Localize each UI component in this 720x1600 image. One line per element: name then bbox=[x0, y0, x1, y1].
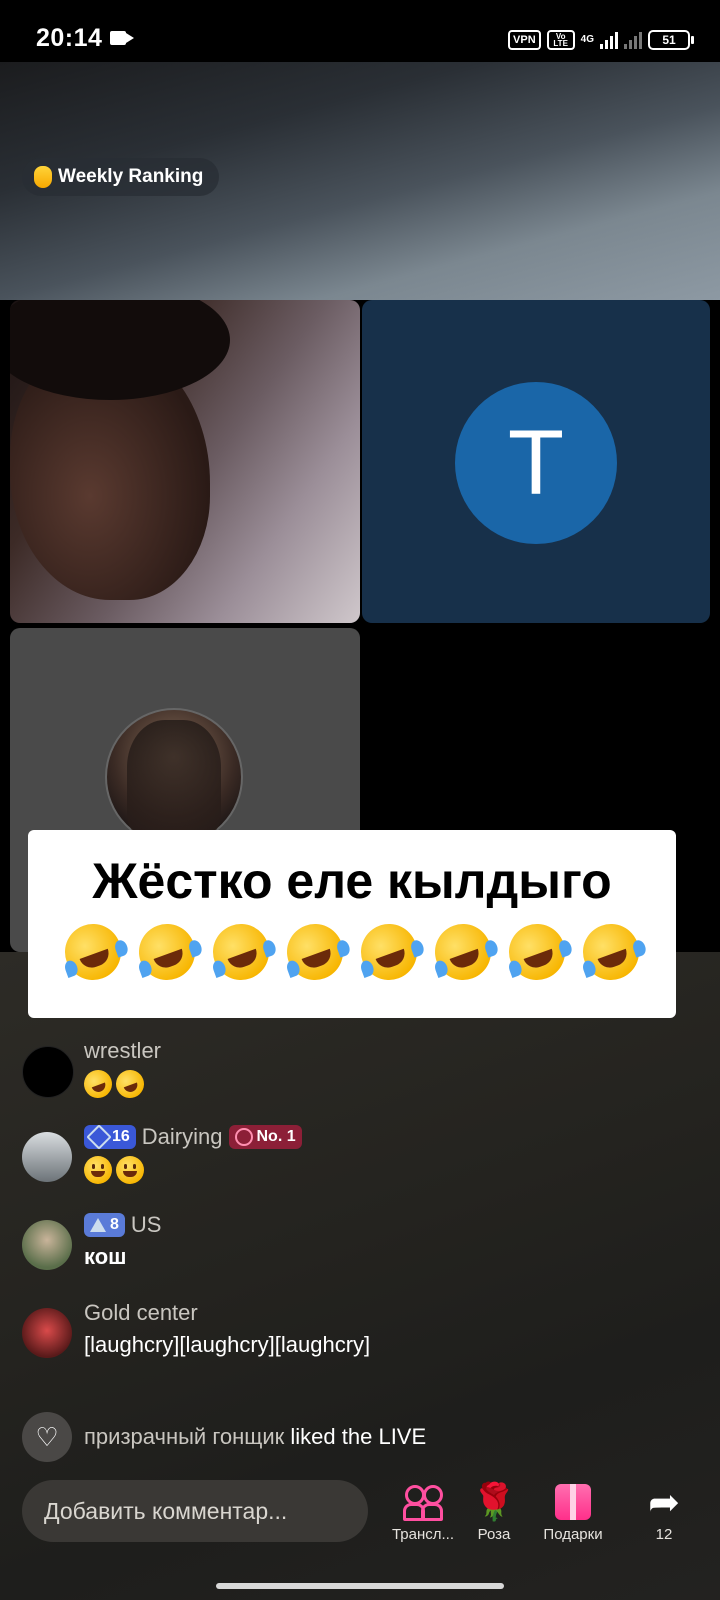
liked-message: призрачный гонщик liked the LIVE bbox=[84, 1424, 426, 1450]
message-header: Gold center bbox=[84, 1298, 198, 1328]
chat-text: кош bbox=[84, 1244, 127, 1269]
signal-icon bbox=[600, 31, 618, 49]
level-triangle-icon bbox=[90, 1218, 106, 1232]
level-badge: 8 bbox=[84, 1213, 125, 1237]
guests-label: Трансл... bbox=[391, 1526, 455, 1543]
level-badge: 16 bbox=[84, 1124, 136, 1150]
laugh-cry-emoji-icon bbox=[57, 916, 129, 988]
network-type: 4G bbox=[580, 34, 594, 45]
status-bar: 20:14 VPN Vo LTE 4G 51 bbox=[0, 0, 720, 62]
avatar[interactable] bbox=[22, 1046, 74, 1098]
avatar[interactable] bbox=[22, 1308, 72, 1358]
chat-username[interactable]: wrestler bbox=[84, 1038, 161, 1064]
guest-avatar-photo bbox=[105, 708, 243, 846]
gifts-label: Подарки bbox=[543, 1526, 603, 1543]
laugh-cry-emoji-icon bbox=[427, 916, 499, 988]
laugh-cry-emoji-icon bbox=[80, 1066, 116, 1102]
comment-input[interactable] bbox=[22, 1480, 368, 1542]
rose-icon: 🌹 bbox=[471, 1481, 517, 1522]
gifts-button[interactable]: Подарки bbox=[533, 1478, 613, 1543]
level-number: 8 bbox=[110, 1216, 119, 1233]
message-header: 16 Dairying No. 1 bbox=[84, 1122, 302, 1152]
level-gem-icon bbox=[86, 1124, 112, 1150]
camera-recording-icon bbox=[110, 31, 134, 45]
vpn-icon: VPN bbox=[508, 30, 541, 50]
gift-icon bbox=[555, 1484, 591, 1520]
chat-username[interactable]: Gold center bbox=[84, 1300, 198, 1326]
hand-icon bbox=[34, 166, 52, 188]
avatar[interactable] bbox=[22, 1132, 72, 1182]
laugh-cry-emoji-icon bbox=[501, 916, 573, 988]
share-button[interactable]: ➦ 12 bbox=[624, 1478, 704, 1544]
heart-icon: ♡ bbox=[22, 1412, 72, 1462]
weekly-ranking-label: Weekly Ranking bbox=[58, 166, 204, 187]
video-caption: Жёстко еле кылдыго bbox=[28, 830, 676, 1018]
laugh-cry-emoji-icon bbox=[575, 916, 647, 988]
guest-tile-2[interactable]: T bbox=[362, 300, 710, 623]
liked-notification: ♡ призрачный гонщик liked the LIVE bbox=[22, 1412, 426, 1462]
people-icon bbox=[403, 1483, 443, 1521]
signal-secondary-icon bbox=[624, 31, 642, 49]
rank-icon bbox=[234, 1128, 253, 1146]
rose-button[interactable]: 🌹 Роза bbox=[454, 1478, 534, 1543]
chat-username[interactable]: US bbox=[131, 1212, 162, 1238]
battery-icon: 51 bbox=[648, 30, 694, 50]
status-icons: VPN Vo LTE 4G 51 bbox=[508, 28, 694, 52]
laugh-cry-emoji-icon bbox=[353, 916, 425, 988]
caption-text: Жёстко еле кылдыго bbox=[92, 853, 612, 909]
guests-button[interactable]: Трансл... bbox=[383, 1478, 463, 1543]
grin-emoji-icon bbox=[84, 1156, 112, 1184]
laugh-cry-emoji-icon bbox=[131, 916, 203, 988]
weekly-ranking-button[interactable]: Weekly Ranking bbox=[22, 158, 220, 196]
live-top-banner: Weekly Ranking bbox=[0, 62, 720, 300]
guest-video-shadow bbox=[10, 300, 230, 400]
share-count: 12 bbox=[655, 1526, 673, 1543]
laugh-cry-emoji-icon bbox=[279, 916, 351, 988]
avatar[interactable] bbox=[22, 1220, 72, 1270]
rank-label: No. 1 bbox=[256, 1128, 296, 1145]
guest-avatar-initial: T bbox=[455, 382, 617, 544]
laugh-cry-emoji-icon bbox=[205, 916, 277, 988]
message-header: 8 US bbox=[84, 1210, 161, 1240]
grin-emoji-icon bbox=[116, 1156, 144, 1184]
chat-username[interactable]: Dairying bbox=[142, 1124, 223, 1150]
liked-username[interactable]: призрачный гонщик bbox=[84, 1424, 284, 1449]
share-icon: ➦ bbox=[648, 1481, 680, 1524]
chat-text bbox=[80, 1066, 148, 1102]
home-indicator[interactable] bbox=[216, 1583, 504, 1589]
message-header: wrestler bbox=[84, 1036, 161, 1066]
status-time: 20:14 bbox=[36, 24, 103, 52]
level-number: 16 bbox=[112, 1128, 130, 1145]
chat-text bbox=[84, 1156, 144, 1184]
bottom-bar: Трансл... 🌹 Роза Подарки ➦ 12 bbox=[0, 1478, 720, 1570]
rose-label: Роза bbox=[477, 1526, 511, 1543]
chat-text: [laughcry][laughcry][laughcry] bbox=[84, 1332, 371, 1357]
volte-icon: Vo LTE bbox=[546, 30, 575, 50]
laugh-cry-emoji-icon bbox=[112, 1066, 148, 1102]
rank-badge: No. 1 bbox=[228, 1125, 302, 1149]
guest-video-tile[interactable] bbox=[10, 300, 360, 623]
liked-text: liked the LIVE bbox=[290, 1424, 427, 1449]
caption-emoji-row bbox=[28, 916, 676, 988]
